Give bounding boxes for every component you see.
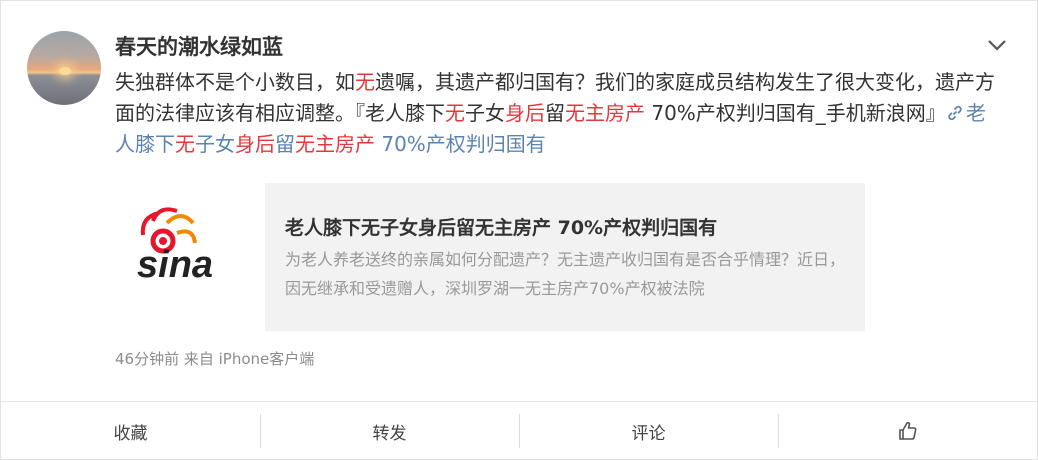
post-text-segment: 70%产权判归国有_手机新浪网』 (645, 101, 946, 125)
post-text-segment: 身后 (505, 101, 545, 125)
post-meta: 46分钟前 来自 iPhone客户端 (115, 350, 315, 368)
post-text-segment: 无 (355, 70, 375, 94)
link-text-segment: 子女 (195, 132, 235, 156)
post-body-text: 失独群体不是个小数目，如无遗嘱，其遗产都归国有？我们的家庭成员结构发生了很大变化… (115, 70, 995, 125)
link-text-segment: 身后 (235, 132, 275, 156)
post-menu-button[interactable] (985, 33, 1009, 57)
repost-button[interactable]: 转发 (260, 402, 519, 460)
link-text-segment: 无 (175, 132, 195, 156)
thumbs-up-icon (898, 421, 916, 440)
username[interactable]: 春天的潮水绿如蓝 (115, 31, 283, 61)
post-text-segment: 无 (445, 101, 465, 125)
sina-eye-icon: sina (137, 207, 213, 286)
sina-logo: sina (115, 183, 265, 331)
repost-label: 转发 (372, 423, 407, 444)
weibo-post-card: 春天的潮水绿如蓝 失独群体不是个小数目，如无遗嘱，其遗产都归国有？我们的家庭成员… (0, 0, 1038, 460)
article-summary: 为老人养老送终的亲属如何分配遗产？无主遗产收归国有是否合乎情理？近日，因无继承和… (285, 250, 846, 298)
link-text-segment: 留 (275, 132, 295, 156)
link-icon (948, 105, 962, 121)
comment-label: 评论 (631, 423, 666, 444)
post-text-segment: 无主房产 (565, 101, 645, 125)
link-text-segment: 无主房产 (295, 132, 375, 156)
article-share-card[interactable]: sina 老人膝下无子女身后留无主房产 70%产权判归国有 为老人养老送终的亲属… (115, 183, 865, 331)
avatar[interactable] (27, 31, 101, 105)
like-button[interactable] (778, 402, 1037, 460)
post-text-segment: 子女 (465, 101, 505, 125)
article-title[interactable]: 老人膝下无子女身后留无主房产 70%产权判归国有 (285, 213, 845, 240)
post-text: 失独群体不是个小数目，如无遗嘱，其遗产都归国有？我们的家庭成员结构发生了很大变化… (115, 67, 1005, 160)
favorite-label: 收藏 (113, 423, 148, 444)
post-text-segment: 失独群体不是个小数目，如 (115, 70, 355, 94)
favorite-button[interactable]: 收藏 (1, 402, 260, 460)
link-text-segment: 70%产权判归国有 (375, 132, 546, 156)
action-bar: 收藏 转发 评论 (1, 401, 1037, 460)
comment-button[interactable]: 评论 (519, 402, 778, 460)
sina-logo-text: sina (137, 244, 213, 286)
chevron-down-icon (988, 40, 1006, 51)
post-text-segment: 留 (545, 101, 565, 125)
